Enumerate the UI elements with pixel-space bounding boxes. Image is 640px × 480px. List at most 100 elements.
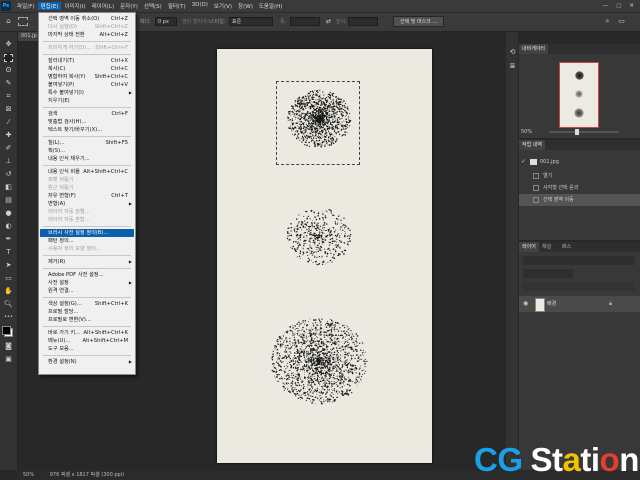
edit-menu-item[interactable]: 희미하게 하기(D)... Shift+Ctrl+F	[40, 44, 134, 52]
edit-menu-item[interactable]: 잘라내기(T) Ctrl+X	[40, 57, 134, 65]
width-input[interactable]	[290, 17, 320, 26]
edit-menu-item[interactable]: 원격 연결...	[40, 287, 134, 295]
document-canvas[interactable]	[217, 49, 432, 463]
menu-2[interactable]: 이미지(I)	[61, 2, 88, 10]
edit-menu-item[interactable]: 자유 변형(F) Ctrl+T	[40, 192, 134, 200]
properties-panel-icon[interactable]: ≣	[508, 62, 517, 71]
antialias-label[interactable]: 앤티 앨리어스	[182, 18, 211, 25]
menu-4[interactable]: 문자(Y)	[117, 2, 141, 10]
edit-menu-item[interactable]: 지우기(E)	[40, 97, 134, 105]
swap-dimensions-icon[interactable]: ⇄	[324, 17, 333, 26]
hand-tool-icon[interactable]: ✋	[4, 287, 13, 296]
edit-menu-item[interactable]: 패턴 정의...	[40, 237, 134, 245]
quick-mask-icon[interactable]: ◙	[4, 342, 13, 351]
photoshop-logo-icon[interactable]: Ps	[1, 1, 11, 11]
edit-menu-item[interactable]: 맞춤법 검사(H)...	[40, 118, 134, 126]
tab-navigator[interactable]: 내비게이터	[519, 44, 549, 54]
crop-tool-icon[interactable]: ⌗	[4, 92, 13, 101]
pen-tool-icon[interactable]: ✒	[4, 235, 13, 244]
select-and-mask-button[interactable]: 선택 및 마스크 ...	[393, 16, 445, 27]
edit-menu-item[interactable]: 퍼펫 뒤틀기	[40, 176, 134, 184]
zoom-slider-handle[interactable]	[575, 129, 579, 135]
edit-menu-item[interactable]: 도구 모음...	[40, 345, 134, 353]
menu-1[interactable]: 편집(E)	[37, 2, 62, 10]
gradient-tool-icon[interactable]: ▤	[4, 196, 13, 205]
edit-menu-item[interactable]: 마지막 상태 전환 Alt+Ctrl+Z	[40, 31, 134, 39]
tab-layers-1[interactable]: 채널	[539, 242, 554, 252]
lock-icon[interactable]: 🔒︎	[609, 300, 612, 308]
zoom-tool-icon[interactable]: 🔍︎	[4, 300, 13, 309]
history-item[interactable]: 열기	[519, 170, 640, 182]
edit-menu-item[interactable]: 프로필 할당...	[40, 308, 134, 316]
navigator-zoom-slider[interactable]	[549, 129, 619, 135]
edit-menu-item[interactable]: 환경 설정(N) ▶	[40, 358, 134, 366]
edit-menu-item[interactable]: 칠(L)... Shift+F5	[40, 139, 134, 147]
edit-menu-item[interactable]: 다시 실행(O) Shift+Ctrl+Z	[40, 23, 134, 31]
edit-menu-item[interactable]: Adobe PDF 사전 설정...	[40, 271, 134, 279]
path-select-tool-icon[interactable]: ➤	[4, 261, 13, 270]
eyedropper-tool-icon[interactable]: ⁄	[4, 118, 13, 127]
home-icon[interactable]: ⌂	[4, 17, 13, 26]
clone-stamp-tool-icon[interactable]: ⊥	[4, 157, 13, 166]
selection-marquee[interactable]	[276, 81, 360, 165]
eraser-tool-icon[interactable]: ◧	[4, 183, 13, 192]
edit-menu-item[interactable]: 레이어 자동 정렬...	[40, 208, 134, 216]
menu-7[interactable]: 3D(D)	[189, 2, 211, 10]
edit-menu-item[interactable]: 내용 인식 채우기...	[40, 155, 134, 163]
search-icon[interactable]: ⌕	[603, 17, 612, 26]
edit-menu-item[interactable]: 레이어 자동 혼합...	[40, 216, 134, 224]
lasso-tool-icon[interactable]: ʘ	[4, 66, 13, 75]
height-input[interactable]	[348, 17, 378, 26]
history-panel-icon[interactable]: ⟲	[508, 48, 517, 57]
foreground-color-swatch[interactable]	[2, 326, 11, 335]
history-item[interactable]: 사각형 선택 윤곽	[519, 182, 640, 194]
status-doc-info[interactable]: 976 픽셀 x 1817 픽셀 (300 ppi)	[50, 472, 124, 478]
layer-row-background[interactable]: ◉ 배경 🔒︎	[519, 296, 640, 312]
edit-menu-item[interactable]: 획(S)...	[40, 147, 134, 155]
edit-menu-item[interactable]: 원근 뒤틀기	[40, 184, 134, 192]
edit-menu-item[interactable]: 내용 인식 비율 Alt+Shift+Ctrl+C	[40, 168, 134, 176]
edit-menu-item[interactable]: 복사(C) Ctrl+C	[40, 65, 134, 73]
type-tool-icon[interactable]: T	[4, 248, 13, 257]
screen-mode-icon[interactable]: ▣	[4, 355, 13, 364]
menu-6[interactable]: 필터(T)	[165, 2, 189, 10]
history-brush-tool-icon[interactable]: ↺	[4, 170, 13, 179]
edit-menu-item[interactable]: 바로 가기 키... Alt+Shift+Ctrl+K	[40, 329, 134, 337]
shape-tool-icon[interactable]: ▭	[4, 274, 13, 283]
edit-menu-item[interactable]: 텍스트 찾기/바꾸기(X)...	[40, 126, 134, 134]
marquee-tool-icon[interactable]	[4, 53, 13, 62]
edit-menu-item[interactable]: 특수 붙여넣기(I) ▶	[40, 89, 134, 97]
history-snapshot[interactable]: ✓ 001.jpg	[519, 156, 640, 168]
minimize-icon[interactable]: —	[603, 3, 609, 9]
feather-input[interactable]: 0 px	[155, 17, 177, 26]
blend-mode-select[interactable]	[523, 269, 573, 278]
workspace-icon[interactable]: ▭	[617, 17, 626, 26]
marquee-preset-icon[interactable]	[18, 17, 28, 26]
menu-9[interactable]: 창(W)	[235, 2, 256, 10]
brush-tool-icon[interactable]: ✐	[4, 144, 13, 153]
more-tools-icon[interactable]: •••	[4, 313, 13, 322]
navigator-zoom[interactable]: 50%	[521, 129, 532, 135]
navigator-thumbnail[interactable]	[559, 62, 599, 128]
layer-filter-bar[interactable]	[523, 256, 635, 265]
edit-menu-item[interactable]: 메뉴(U)... Alt+Shift+Ctrl+M	[40, 337, 134, 345]
quick-select-tool-icon[interactable]: ✎	[4, 79, 13, 88]
tab-layers-0[interactable]: 레이어	[519, 242, 539, 252]
close-icon[interactable]: ✕	[629, 3, 634, 9]
style-select[interactable]: 표준	[229, 17, 273, 26]
edit-menu-item[interactable]: 변형(A) ▶	[40, 200, 134, 208]
blur-tool-icon[interactable]: ●	[4, 209, 13, 218]
edit-menu-item[interactable]: 사전 설정 ▶	[40, 279, 134, 287]
move-tool-icon[interactable]: ✥	[4, 40, 13, 49]
menu-8[interactable]: 보기(V)	[211, 2, 235, 10]
edit-menu-item[interactable]: 선택 영역 이동 취소(O) Ctrl+Z	[40, 15, 134, 23]
edit-menu-item[interactable]: 브러시 사전 설정 정의(B)...	[40, 229, 134, 237]
frame-tool-icon[interactable]: ⊠	[4, 105, 13, 114]
tab-history[interactable]: 작업 내역	[519, 140, 545, 150]
menu-0[interactable]: 파일(F)	[14, 2, 38, 10]
edit-menu-item[interactable]: 제거(R) ▶	[40, 258, 134, 266]
edit-menu-item[interactable]: 프로필로 변환(V)...	[40, 316, 134, 324]
menu-3[interactable]: 레이어(L)	[89, 2, 118, 10]
history-item[interactable]: 선택 영역 이동	[519, 194, 640, 206]
healing-brush-tool-icon[interactable]: ✚	[4, 131, 13, 140]
